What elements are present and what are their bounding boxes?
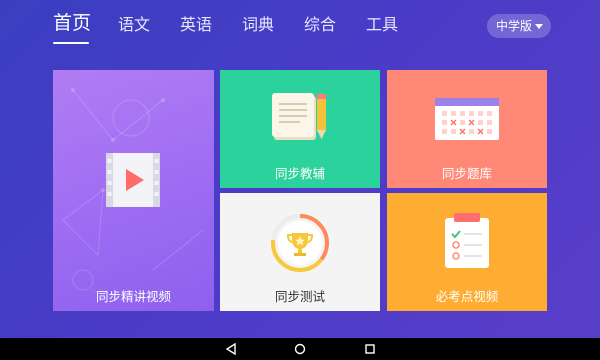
tab-dictionary[interactable]: 词典 [242,12,274,38]
tab-chinese[interactable]: 语文 [118,12,150,38]
video-play-icon [106,153,160,207]
card-label: 同步题库 [441,166,492,181]
system-navigation-bar [0,338,600,360]
tab-tools[interactable]: 工具 [366,12,398,38]
card-sync-tutoring[interactable]: 同步教辅 [220,70,380,188]
checklist-clipboard-icon [445,213,489,268]
card-label: 同步精讲视频 [95,289,171,304]
trophy-ring-icon [271,214,329,272]
tab-comprehensive[interactable]: 综合 [304,12,336,38]
back-icon[interactable] [224,342,238,356]
card-label: 必考点视频 [435,289,499,304]
card-sync-question-bank[interactable]: 同步题库 [387,70,547,188]
card-sync-lecture-video[interactable]: 同步精讲视频 [53,70,214,311]
card-label: 同步教辅 [274,166,325,181]
card-sync-test[interactable]: 同步测试 [220,193,380,311]
active-tab-indicator [53,42,89,44]
calendar-icon [435,98,499,140]
edition-label: 中学版 [496,19,533,33]
top-navigation-bar: 首页 语文 英语 词典 综合 工具 中学版 [0,0,600,62]
tab-home[interactable]: 首页 [53,10,91,36]
notebook-pencil-icon [272,93,326,140]
chevron-down-icon [535,24,543,29]
card-key-exam-videos[interactable]: 必考点视频 [387,193,547,311]
edition-selector[interactable]: 中学版 [487,14,551,38]
home-icon[interactable] [293,342,307,356]
tab-english[interactable]: 英语 [180,12,212,38]
card-label: 同步测试 [274,289,325,304]
recents-icon[interactable] [363,342,377,356]
